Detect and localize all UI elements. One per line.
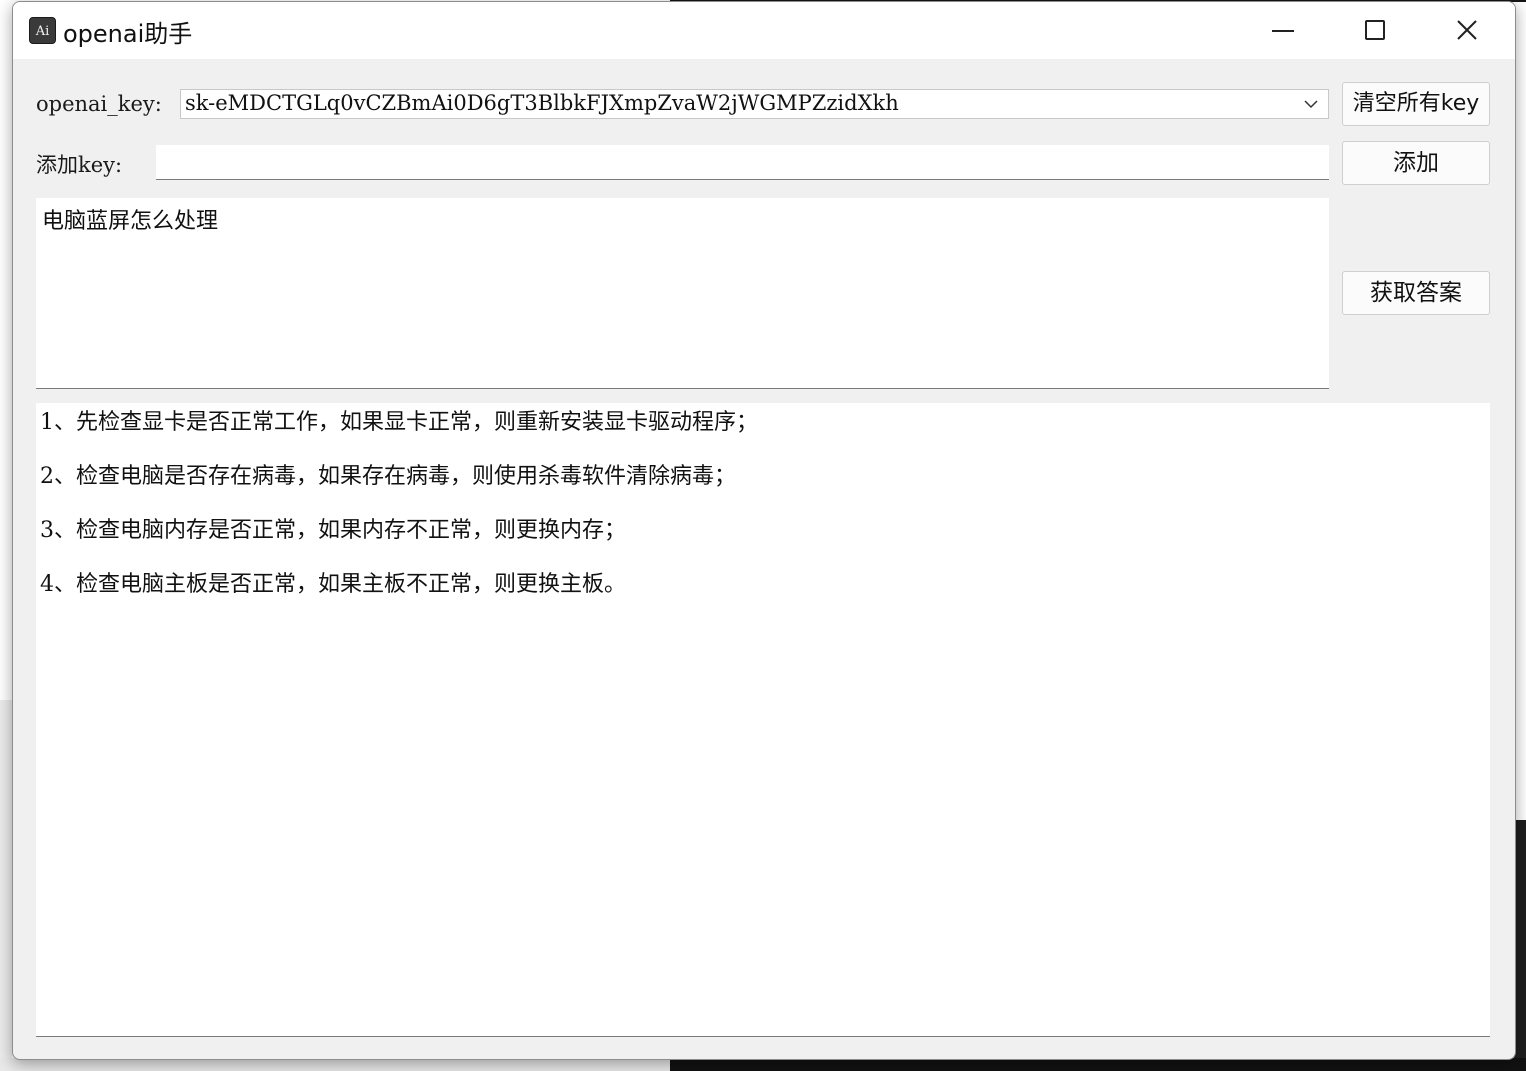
answer-line: 2、检查电脑是否存在病毒，如果存在病毒，则使用杀毒软件清除病毒； [40,464,736,489]
minimize-button[interactable] [1237,2,1329,59]
question-textarea[interactable]: 电脑蓝屏怎么处理 [36,198,1329,389]
answer-line: 1、先检查显卡是否正常工作，如果显卡正常，则重新安装显卡驱动程序； [40,410,758,435]
answer-textarea[interactable]: 1、先检查显卡是否正常工作，如果显卡正常，则重新安装显卡驱动程序； 2、检查电脑… [36,403,1490,1037]
title-bar[interactable]: Ai openai助手 [13,2,1515,59]
maximize-icon [1365,20,1385,40]
openai-key-label: openai_key: [36,92,162,116]
add-key-button[interactable]: 添加 [1342,141,1490,185]
openai-key-value: sk-eMDCTGLq0vCZBmAi0D6gT3BlbkFJXmpZvaW2j… [185,91,899,115]
add-key-input[interactable] [156,145,1329,180]
minimize-icon [1272,30,1294,32]
close-icon [1457,20,1477,40]
openai-key-select[interactable]: sk-eMDCTGLq0vCZBmAi0D6gT3BlbkFJXmpZvaW2j… [180,89,1329,119]
get-answer-button[interactable]: 获取答案 [1342,271,1490,315]
answer-line: 4、检查电脑主板是否正常，如果主板不正常，则更换主板。 [40,572,626,597]
app-window: Ai openai助手 openai_key: sk-eMDCTGLq0vCZB… [12,1,1516,1060]
answer-line: 3、检查电脑内存是否正常，如果内存不正常，则更换内存； [40,518,626,543]
app-icon: Ai [29,17,56,44]
maximize-button[interactable] [1329,2,1421,59]
clear-all-keys-button[interactable]: 清空所有key [1342,82,1490,126]
desktop-background-left [0,0,12,1071]
question-text: 电脑蓝屏怎么处理 [42,209,219,234]
window-title: openai助手 [63,20,193,48]
chevron-down-icon[interactable] [1304,99,1318,109]
add-key-label: 添加key: [36,153,123,177]
close-button[interactable] [1421,2,1513,59]
